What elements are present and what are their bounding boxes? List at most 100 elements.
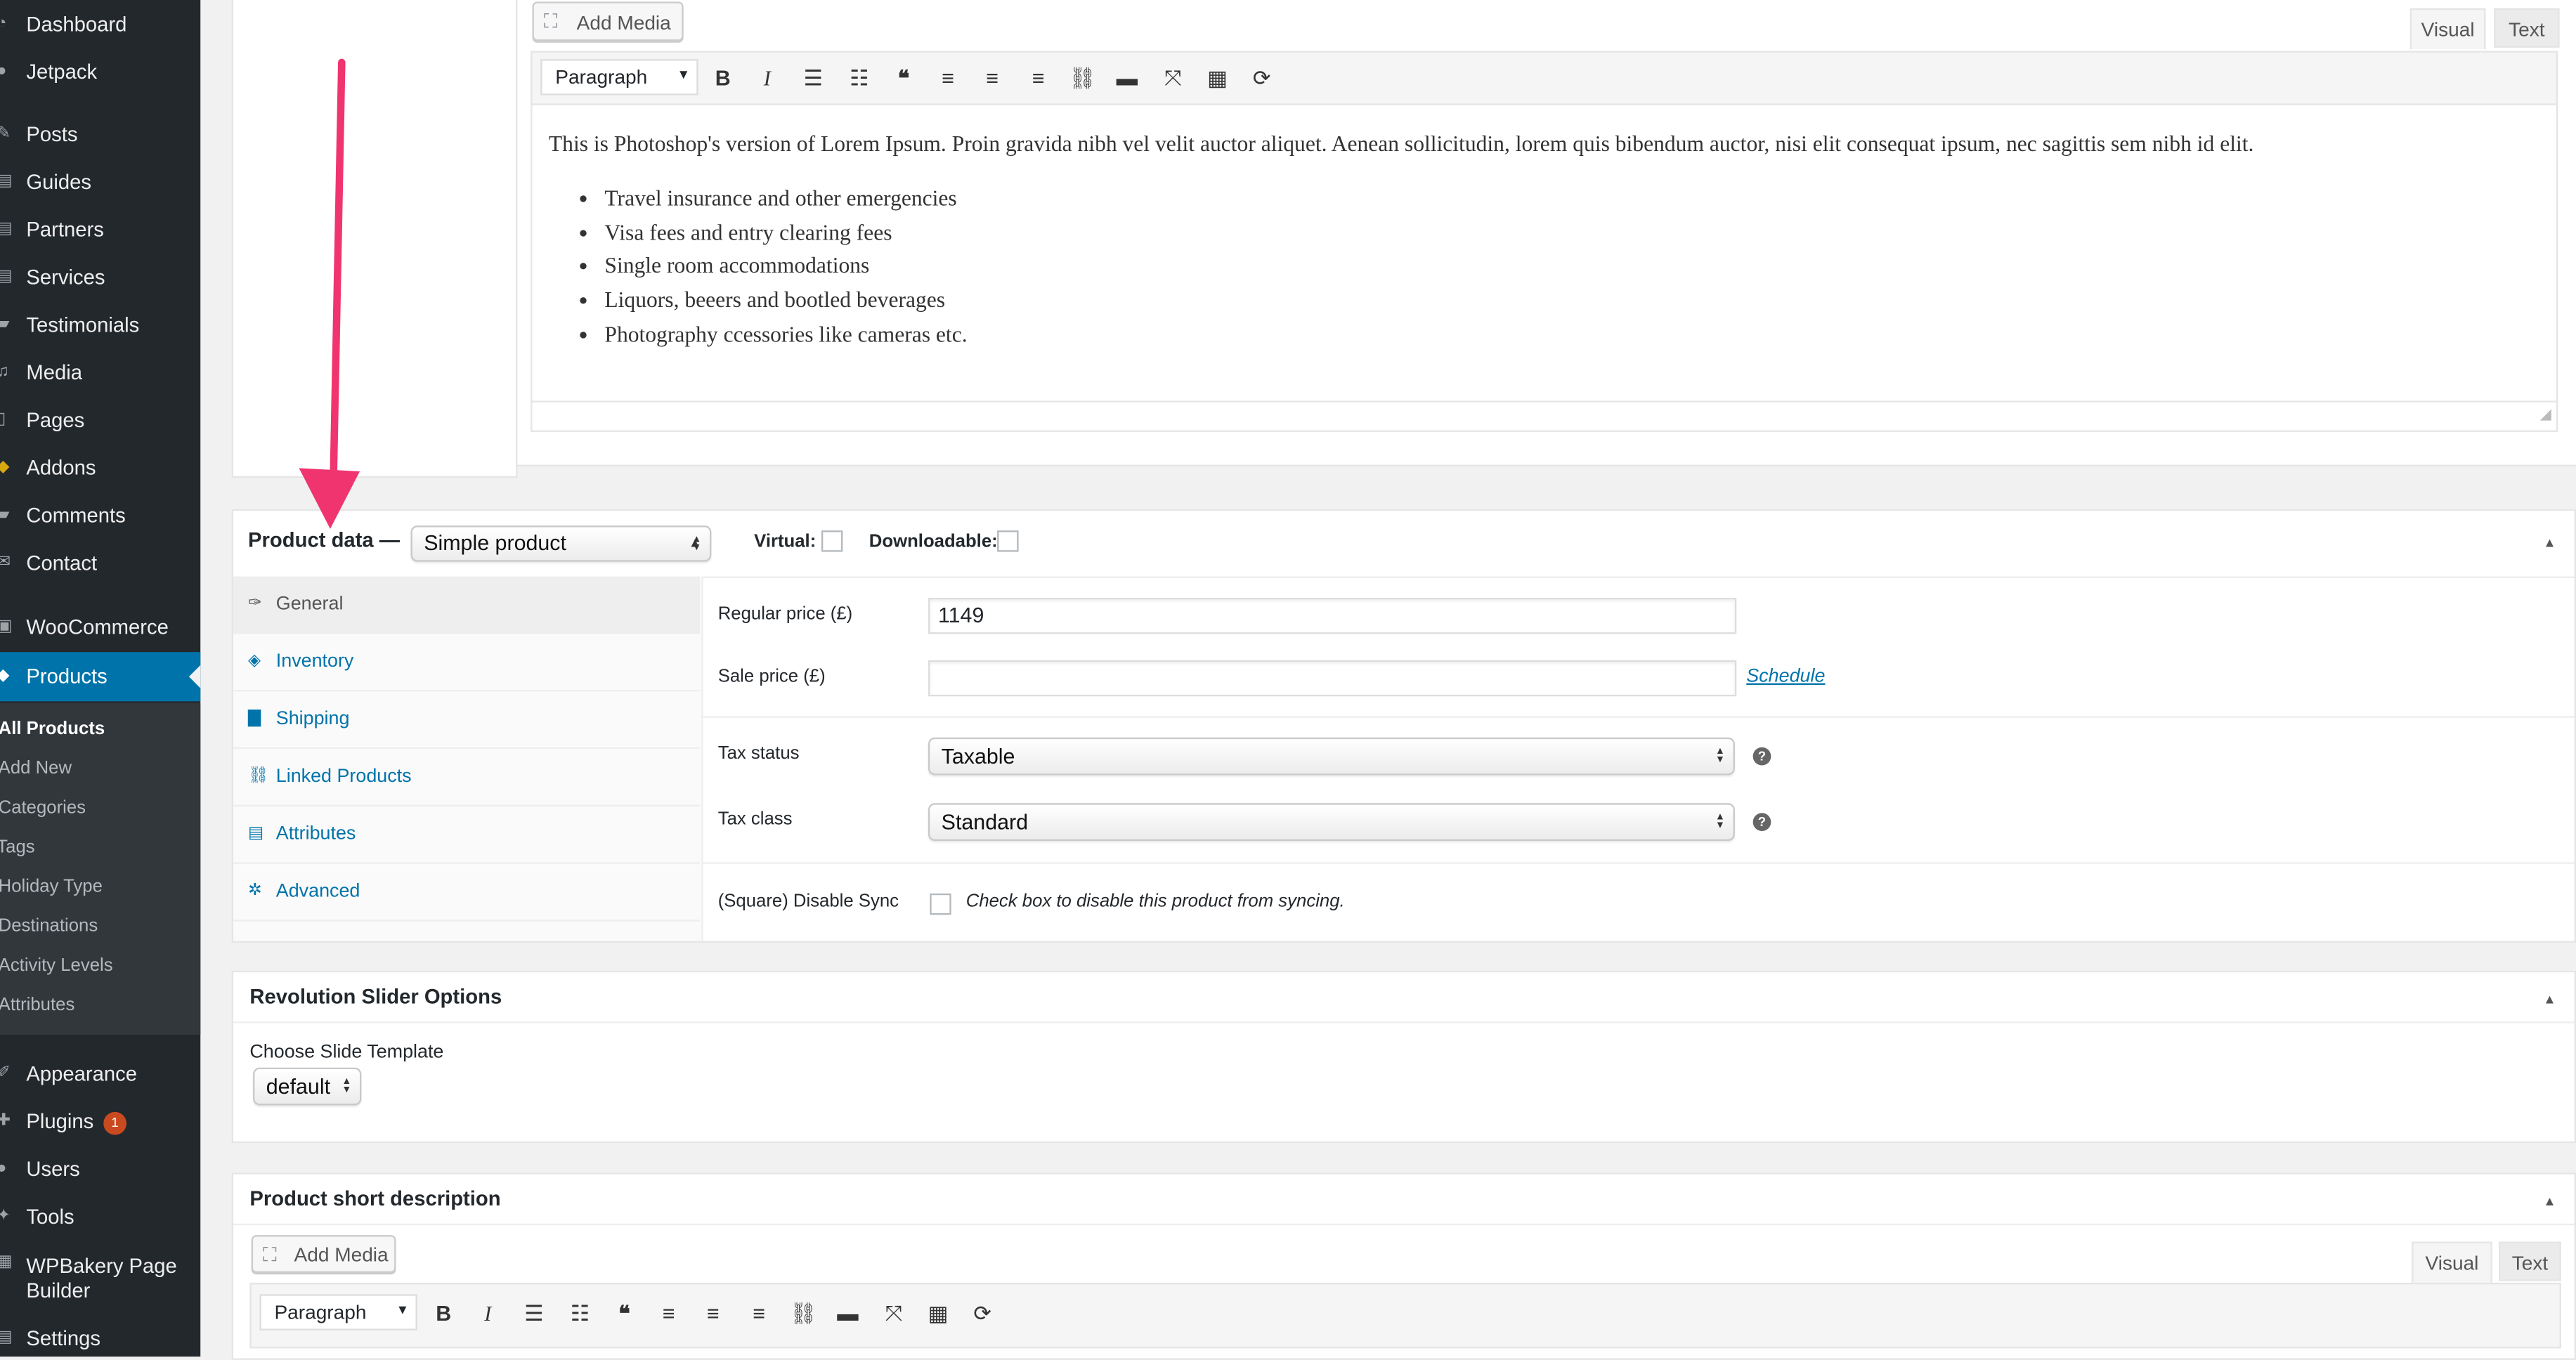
submenu-categories[interactable]: Categories xyxy=(0,795,86,821)
resize-handle-icon[interactable]: ◢ xyxy=(2540,405,2551,424)
read-more-icon[interactable]: ▬ xyxy=(1109,61,1145,97)
menu-appearance[interactable]: ✐Appearance xyxy=(0,1056,200,1092)
tab-shipping[interactable]: ▇ Shipping xyxy=(233,691,700,750)
menu-partners[interactable]: ▤Partners xyxy=(0,212,200,248)
list-item: Photography ccessories like cameras etc. xyxy=(604,318,967,352)
add-media-button[interactable]: ⛶ Add Media xyxy=(251,1235,396,1273)
link-icon[interactable]: ⛓ xyxy=(1065,61,1100,97)
menu-contact[interactable]: ✉Contact xyxy=(0,545,200,581)
collapse-toggle-icon[interactable]: ▲ xyxy=(2543,535,2556,550)
blockquote-icon[interactable]: ❝ xyxy=(885,61,921,97)
updown-arrows-icon: ▲ ▼ xyxy=(341,1077,352,1096)
tab-visual[interactable]: Visual xyxy=(2409,8,2486,50)
tab-visual[interactable]: Visual xyxy=(2412,1241,2492,1283)
jetpack-icon: ● xyxy=(0,63,10,81)
menu-services[interactable]: ▤Services xyxy=(0,259,200,295)
editor-toolbar: Paragraph ▼ B I ☰ ☷ ❝ ≡ ≡ ≡ ⛓ ▬ ⤧ ▦ ⟳ xyxy=(249,1282,2561,1349)
submenu-attributes[interactable]: Attributes xyxy=(0,992,74,1018)
menu-media[interactable]: ♫Media xyxy=(0,355,200,391)
tab-attributes[interactable]: ▤ Attributes xyxy=(233,806,700,864)
tab-text[interactable]: Text xyxy=(2494,8,2560,48)
submenu-add-new[interactable]: Add New xyxy=(0,755,72,781)
keyboard-icon[interactable]: ▦ xyxy=(920,1296,956,1332)
menu-settings[interactable]: ▤Settings xyxy=(0,1321,200,1356)
numbered-list-icon[interactable]: ☷ xyxy=(841,61,877,97)
bold-icon[interactable]: B xyxy=(705,61,741,97)
list-item: Liquors, beeers and bootled beverages xyxy=(604,285,967,318)
menu-guides[interactable]: ▤Guides xyxy=(0,164,200,200)
addons-icon: ◆ xyxy=(0,458,10,476)
menu-tools[interactable]: ✦Tools xyxy=(0,1199,200,1235)
align-left-icon[interactable]: ≡ xyxy=(651,1296,687,1332)
menu-woocommerce[interactable]: ▣WooCommerce xyxy=(0,609,200,645)
blockquote-icon[interactable]: ❝ xyxy=(606,1296,642,1332)
brush-icon: ✐ xyxy=(0,1064,11,1083)
add-media-button[interactable]: ⛶ Add Media xyxy=(532,1,684,41)
submenu-all-products[interactable]: All Products xyxy=(0,716,105,742)
menu-testimonials[interactable]: ▰Testimonials xyxy=(0,307,200,343)
bold-icon[interactable]: B xyxy=(426,1296,462,1332)
pages-icon: ▯ xyxy=(0,411,10,429)
submenu-activity-levels[interactable]: Activity Levels xyxy=(0,953,113,979)
menu-pages[interactable]: ▯Pages xyxy=(0,403,200,438)
menu-jetpack[interactable]: ●Jetpack xyxy=(0,54,200,90)
downloadable-checkbox[interactable] xyxy=(997,530,1019,552)
menu-comments[interactable]: ▰Comments xyxy=(0,497,200,533)
tab-inventory[interactable]: ◈ Inventory xyxy=(233,634,700,692)
regular-price-input[interactable]: 1149 xyxy=(928,598,1737,634)
virtual-checkbox[interactable] xyxy=(821,530,843,552)
refresh-icon[interactable]: ⟳ xyxy=(964,1296,1000,1332)
schedule-link[interactable]: Schedule xyxy=(1746,667,1825,686)
italic-icon[interactable]: I xyxy=(749,61,785,97)
fullscreen-icon[interactable]: ⤧ xyxy=(1155,61,1191,97)
align-left-icon[interactable]: ≡ xyxy=(930,61,965,97)
square-sync-checkbox[interactable] xyxy=(930,893,951,915)
tab-linked-products[interactable]: ⛓ Linked Products xyxy=(233,749,700,806)
plugin-icon: ✚ xyxy=(0,1112,11,1130)
submenu-destinations[interactable]: Destinations xyxy=(0,913,98,939)
help-icon[interactable]: ? xyxy=(1752,813,1771,832)
product-type-select[interactable]: Simple product ▲ ▲ ▼ xyxy=(410,525,712,562)
refresh-icon[interactable]: ⟳ xyxy=(1244,61,1280,97)
menu-wpbakery[interactable]: ▦WPBakery Page Builder xyxy=(0,1248,200,1304)
bullet-list-icon[interactable]: ☰ xyxy=(516,1296,552,1332)
plugin-update-badge: 1 xyxy=(103,1111,127,1135)
slide-template-select[interactable]: default ▲ ▼ xyxy=(253,1067,362,1106)
help-icon[interactable]: ? xyxy=(1752,747,1771,766)
tab-general[interactable]: ✑ General xyxy=(233,576,700,634)
chevron-down-icon: ▼ xyxy=(677,67,690,82)
plugins-label: Plugins xyxy=(26,1110,94,1134)
content-editor: ⛶ Add Media Visual Text Paragraph ▼ B I … xyxy=(516,0,2576,466)
align-center-icon[interactable]: ≡ xyxy=(695,1296,731,1332)
collapse-toggle-icon[interactable]: ▲ xyxy=(2543,992,2556,1007)
numbered-list-icon[interactable]: ☷ xyxy=(562,1296,598,1332)
italic-icon[interactable]: I xyxy=(470,1296,506,1332)
align-right-icon[interactable]: ≡ xyxy=(1020,61,1056,97)
link-icon[interactable]: ⛓ xyxy=(786,1296,821,1332)
submenu-tags[interactable]: Tags xyxy=(0,835,35,861)
menu-addons[interactable]: ◆Addons xyxy=(0,450,200,486)
sale-price-input[interactable] xyxy=(928,660,1737,697)
align-right-icon[interactable]: ≡ xyxy=(741,1296,776,1332)
updown-arrows-icon: ▲ ▼ xyxy=(1715,747,1725,766)
collapse-toggle-icon[interactable]: ▲ xyxy=(2543,1194,2556,1209)
menu-posts[interactable]: ✎Posts xyxy=(0,117,200,152)
align-center-icon[interactable]: ≡ xyxy=(974,61,1010,97)
tax-class-select[interactable]: Standard ▲ ▼ xyxy=(928,803,1735,842)
read-more-icon[interactable]: ▬ xyxy=(830,1296,866,1332)
editor-content-area[interactable]: This is Photoshop's version of Lorem Ips… xyxy=(531,105,2558,403)
tab-text[interactable]: Text xyxy=(2499,1241,2561,1281)
menu-dashboard[interactable]: ◔Dashboard xyxy=(0,6,200,42)
bullet-list-icon[interactable]: ☰ xyxy=(795,61,831,97)
tab-advanced[interactable]: ✲ Advanced xyxy=(233,864,700,922)
menu-users[interactable]: ●Users xyxy=(0,1151,200,1187)
fullscreen-icon[interactable]: ⤧ xyxy=(876,1296,911,1332)
submenu-holiday-type[interactable]: Holiday Type xyxy=(0,874,103,900)
admin-sidebar: ◔Dashboard ●Jetpack ✎Posts ▤Guides ▤Part… xyxy=(0,0,201,1357)
format-select[interactable]: Paragraph ▼ xyxy=(540,59,698,96)
menu-plugins[interactable]: ✚ Plugins 1 xyxy=(0,1104,200,1139)
keyboard-icon[interactable]: ▦ xyxy=(1199,61,1235,97)
format-select[interactable]: Paragraph ▼ xyxy=(259,1294,417,1330)
menu-products[interactable]: ◆Products xyxy=(0,652,201,702)
tax-status-select[interactable]: Taxable ▲ ▼ xyxy=(928,737,1735,776)
